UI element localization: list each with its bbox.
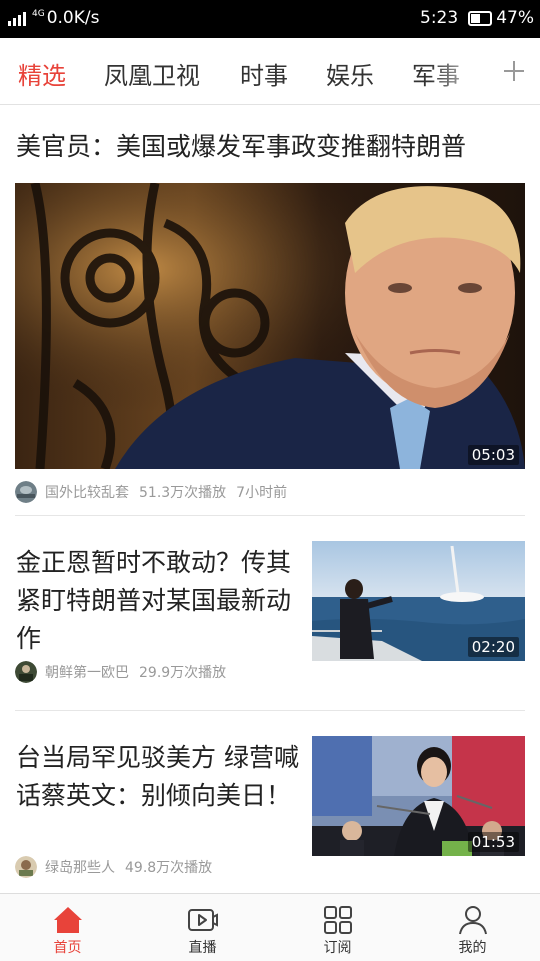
channel-avatar[interactable]: [15, 856, 37, 878]
tab-current-affairs[interactable]: 时事: [240, 56, 288, 91]
channel-avatar[interactable]: [15, 481, 37, 503]
play-count: 51.3万次播放: [139, 485, 227, 501]
nav-label: 直播: [188, 940, 217, 956]
nav-profile[interactable]: 我的: [405, 894, 540, 961]
video-title[interactable]: 台当局罕见驳美方 绿营喊话蔡英文：别倾向美日！: [16, 739, 301, 815]
status-bar: 4G 0.0K/s 5:23 47%: [0, 0, 540, 38]
divider: [15, 710, 525, 711]
profile-icon: [459, 906, 487, 935]
nav-label: 订阅: [323, 940, 352, 956]
network-speed: 0.0K/s: [46, 8, 100, 28]
add-channel-button[interactable]: [488, 38, 540, 104]
video-duration: 01:53: [467, 832, 519, 852]
publish-time: 7小时前: [236, 485, 288, 501]
plus-icon: [504, 61, 524, 81]
network-type: 4G: [32, 8, 45, 19]
nav-home[interactable]: 首页: [0, 894, 135, 961]
channel-name[interactable]: 国外比较乱套: [45, 482, 129, 502]
tab-fade: [430, 38, 490, 104]
channel-name[interactable]: 朝鲜第一欧巴: [45, 662, 129, 682]
video-duration: 02:20: [467, 637, 519, 657]
divider: [15, 515, 525, 516]
live-icon: [188, 909, 218, 931]
subscribe-icon: [324, 906, 352, 934]
tab-phoenix-tv[interactable]: 凤凰卫视: [104, 56, 200, 91]
portrait-image: [15, 183, 525, 469]
battery-icon: [468, 10, 493, 26]
bottom-navigation: 首页 直播 订阅 我的: [0, 893, 540, 961]
nav-subscribe[interactable]: 订阅: [270, 894, 405, 961]
channel-avatar[interactable]: [15, 661, 37, 683]
video-meta: 绿岛那些人 49.8万次播放: [15, 856, 222, 878]
featured-thumbnail[interactable]: 05:03: [15, 183, 525, 469]
clock: 5:23: [420, 8, 459, 28]
signal-icon: [8, 10, 28, 26]
nav-label: 首页: [53, 940, 82, 956]
video-duration: 05:03: [467, 445, 519, 465]
channel-tabs: 精选 凤凰卫视 时事 娱乐 军事: [0, 38, 540, 105]
home-icon: [54, 907, 82, 933]
featured-meta: 国外比较乱套 51.3万次播放 7小时前: [15, 481, 297, 503]
play-count: 29.9万次播放: [139, 665, 227, 681]
tab-entertainment[interactable]: 娱乐: [326, 56, 374, 91]
tab-featured[interactable]: 精选: [18, 56, 66, 91]
nav-live[interactable]: 直播: [135, 894, 270, 961]
channel-name[interactable]: 绿岛那些人: [45, 857, 115, 877]
play-count: 49.8万次播放: [125, 860, 213, 876]
battery-level: 47%: [496, 8, 534, 28]
video-title[interactable]: 金正恩暂时不敢动？传其紧盯特朗普对某国最新动作: [16, 544, 301, 658]
video-thumbnail[interactable]: 01:53: [312, 736, 525, 856]
video-meta: 朝鲜第一欧巴 29.9万次播放: [15, 661, 236, 683]
featured-title[interactable]: 美官员：美国或爆发军事政变推翻特朗普: [16, 127, 466, 163]
nav-label: 我的: [458, 940, 487, 956]
video-thumbnail[interactable]: 02:20: [312, 541, 525, 661]
